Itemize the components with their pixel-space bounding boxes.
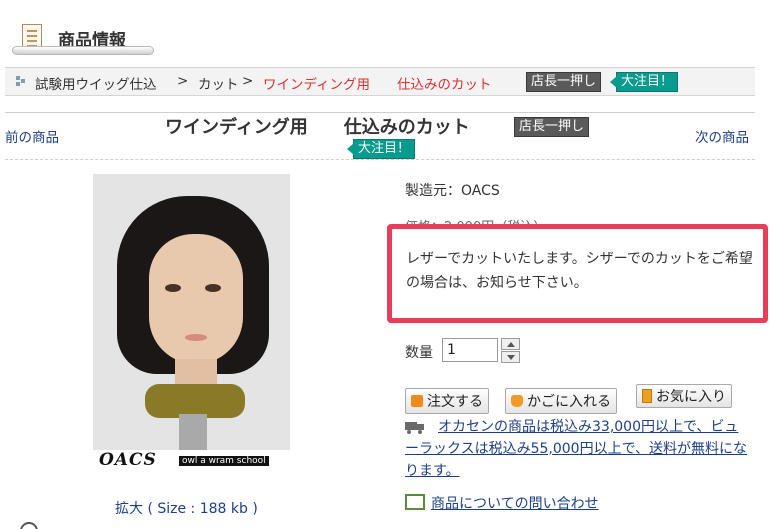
- favorite-label: お気に入り: [656, 389, 726, 405]
- add-to-cart-button[interactable]: かごに入れる: [505, 388, 617, 414]
- order-button[interactable]: 注文する: [405, 388, 489, 414]
- breadcrumb-link-wig[interactable]: 試験用ウイッグ仕込: [35, 73, 157, 93]
- breadcrumb-separator: >: [177, 73, 189, 89]
- image-logo: OACS: [99, 450, 157, 470]
- breadcrumb-separator: >: [242, 73, 254, 89]
- quantity-down-button[interactable]: [501, 351, 520, 363]
- quantity-input[interactable]: [442, 338, 498, 362]
- cart-icon: [511, 395, 523, 407]
- product-title: ワインディング用 仕込みのカット: [165, 117, 470, 138]
- breadcrumb-link-cut[interactable]: カット: [198, 73, 239, 93]
- edit-icon: [405, 494, 425, 510]
- section-underline: [12, 46, 154, 55]
- badge-attention: 大注目！: [609, 72, 679, 92]
- bookmark-icon: [642, 389, 652, 403]
- divider: [5, 159, 755, 160]
- quantity-label: 数量: [405, 345, 433, 361]
- enlarge-link[interactable]: 拡大 ( Size : 188 kb ): [115, 498, 258, 518]
- shipping-info-link[interactable]: オカセンの商品は税込み33,000円以上で、ビューラックスは税込み55,000円…: [405, 416, 750, 482]
- product-note: レザーでカットいたします。シザーでのカットをご希望の場合は、お知らせ下さい。: [406, 251, 753, 291]
- section-header: 商品情報: [12, 20, 154, 56]
- order-label: 注文する: [427, 394, 483, 410]
- image-logo-subtitle: owl a wram school: [179, 456, 269, 466]
- quantity-up-button[interactable]: [501, 338, 520, 350]
- badge-manager-pick: 店長一押し: [514, 117, 590, 137]
- cart-label: かごに入れる: [527, 394, 611, 410]
- breadcrumb: 試験用ウイッグ仕込 > カット > ワインディング用 仕込みのカット 店長一押し…: [5, 67, 755, 96]
- prev-product-link[interactable]: 前の商品: [5, 126, 59, 146]
- next-product-link[interactable]: 次の商品: [695, 126, 749, 146]
- badge-manager-pick: 店長一押し: [526, 72, 602, 92]
- badge-attention: 大注目！: [346, 139, 416, 159]
- breadcrumb-current: ワインディング用 仕込みのカット: [263, 77, 492, 93]
- order-icon: [411, 395, 423, 407]
- product-image[interactable]: OACS owl a wram school: [93, 174, 290, 472]
- product-inquiry-link[interactable]: 商品についての問い合わせ: [431, 493, 599, 513]
- favorite-button[interactable]: お気に入り: [636, 384, 732, 408]
- circle-icon: [20, 522, 38, 529]
- product-note-box: レザーでカットいたします。シザーでのカットをご希望の場合は、お知らせ下さい。: [387, 224, 768, 323]
- breadcrumb-icon: [16, 76, 26, 86]
- maker-text: 製造元：OACS: [405, 183, 500, 199]
